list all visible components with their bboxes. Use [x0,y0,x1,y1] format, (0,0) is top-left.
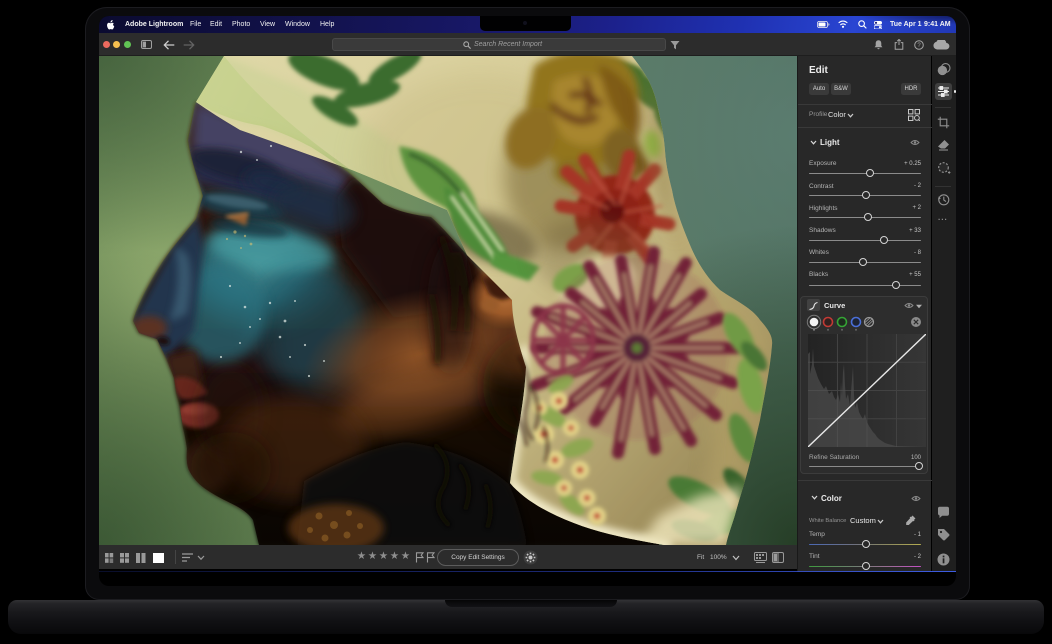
svg-text:?: ? [917,43,921,49]
